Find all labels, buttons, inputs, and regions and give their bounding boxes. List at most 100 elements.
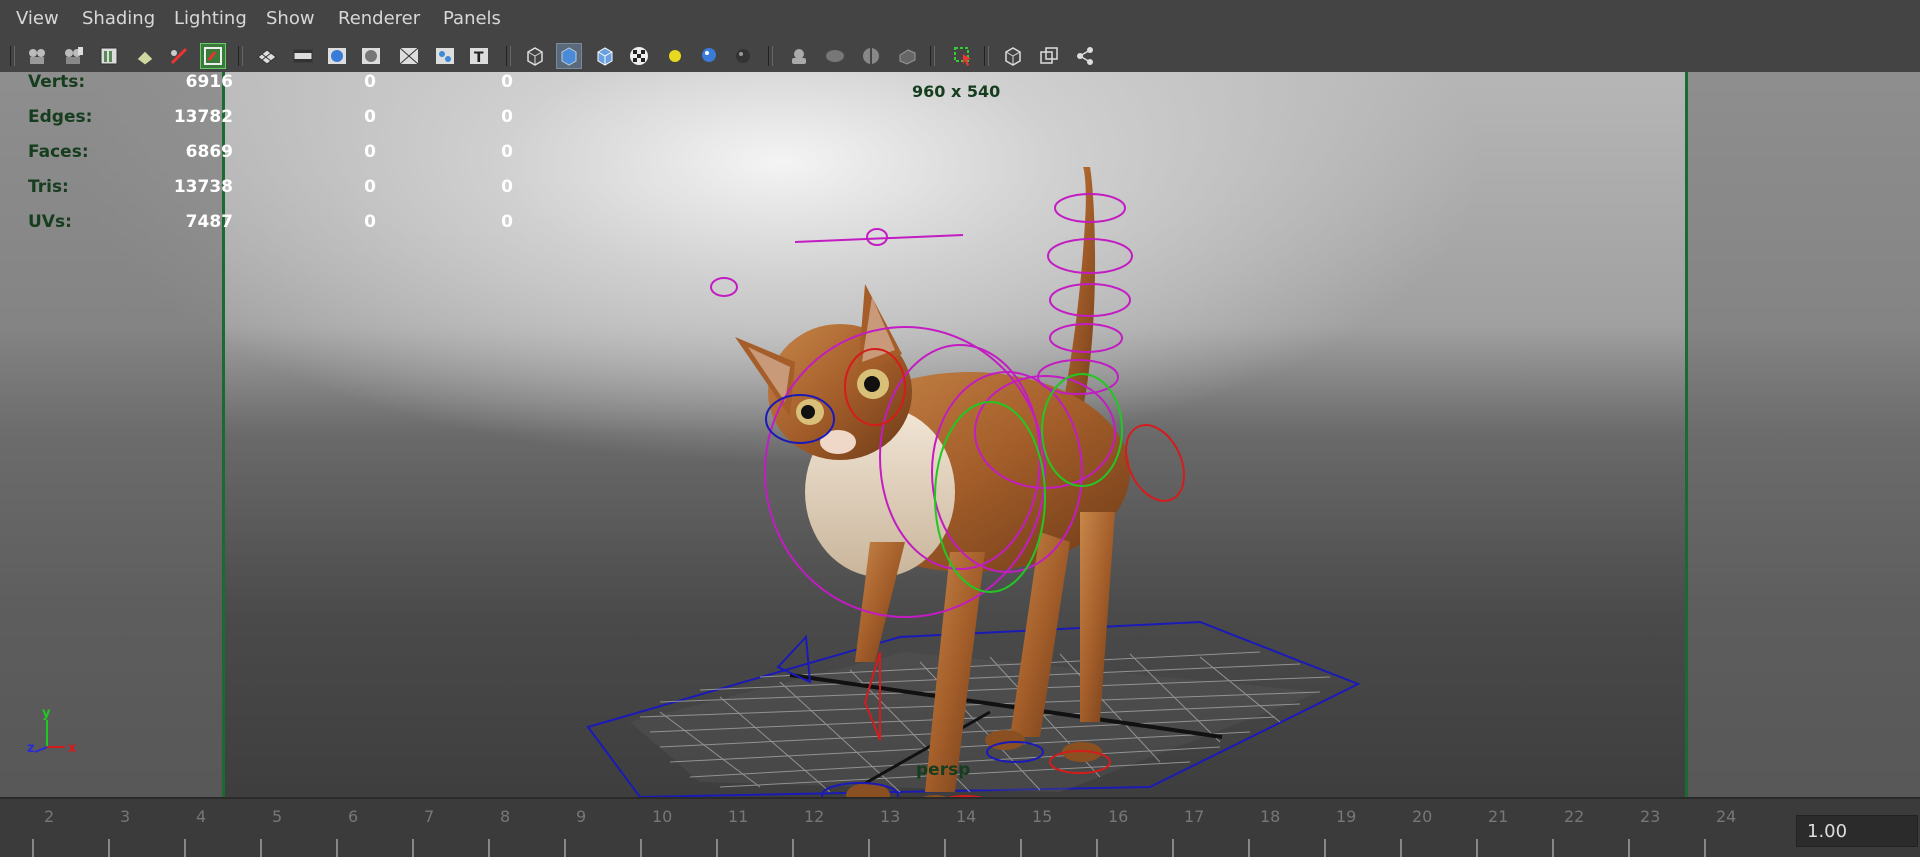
frame-number: 16	[1108, 807, 1129, 826]
hud-value: 13782	[173, 107, 233, 127]
frame-number: 6	[348, 807, 359, 826]
frame-tick	[1096, 839, 1098, 857]
grid-toggle-icon[interactable]	[254, 43, 280, 69]
frame-tick	[792, 839, 794, 857]
frame-number: 10	[652, 807, 673, 826]
frame-tick	[1704, 839, 1706, 857]
menu-view[interactable]: View	[16, 8, 59, 29]
frame-number: 20	[1412, 807, 1433, 826]
frame-selected-icon[interactable]	[1036, 43, 1062, 69]
toolbar-separator	[238, 46, 243, 66]
resolution-gate-icon[interactable]	[324, 43, 350, 69]
menu-renderer[interactable]: Renderer	[338, 8, 420, 29]
frame-number: 2	[44, 807, 55, 826]
frame-tick	[1020, 839, 1022, 857]
hud-value: 0	[501, 177, 513, 197]
axis-x-label: x	[68, 741, 77, 756]
frame-number: 3	[120, 807, 131, 826]
frame-number: 8	[500, 807, 511, 826]
xray-joints-icon[interactable]	[822, 43, 848, 69]
use-all-lights-icon[interactable]	[662, 43, 688, 69]
grease-pencil-icon[interactable]	[166, 43, 192, 69]
frame-tick	[944, 839, 946, 857]
hud-value: 0	[501, 107, 513, 127]
frame-number: 18	[1260, 807, 1281, 826]
frame-number: 19	[1336, 807, 1357, 826]
hud-row-uvs: UVs: 7487 0 0	[28, 212, 513, 246]
frame-tick	[564, 839, 566, 857]
perspective-viewport[interactable]: Verts: 6916 0 0 Edges: 13782 0 0 Faces: …	[0, 72, 1920, 797]
frame-tick	[1324, 839, 1326, 857]
hud-value: 0	[364, 72, 376, 92]
wireframe-icon[interactable]	[522, 43, 548, 69]
safe-title-icon[interactable]: T	[466, 43, 492, 69]
smooth-wireframe-icon[interactable]	[894, 43, 920, 69]
backface-culling-icon[interactable]	[858, 43, 884, 69]
gate-mask-icon[interactable]	[358, 43, 384, 69]
frame-number: 24	[1716, 807, 1737, 826]
hud-value: 0	[501, 212, 513, 232]
frame-tick	[1172, 839, 1174, 857]
two-d-pan-zoom-icon[interactable]	[132, 43, 158, 69]
frame-number: 23	[1640, 807, 1661, 826]
camera-name-label: persp	[916, 760, 971, 780]
frame-number: 15	[1032, 807, 1053, 826]
menu-panels[interactable]: Panels	[443, 8, 501, 29]
frame-number: 11	[728, 807, 749, 826]
smooth-shade-icon[interactable]	[556, 43, 582, 69]
hud-value: 0	[364, 107, 376, 127]
frame-tick	[336, 839, 338, 857]
menu-shading[interactable]: Shading	[82, 8, 155, 29]
isolate-select-icon[interactable]	[200, 43, 226, 69]
shadows-icon[interactable]	[696, 43, 722, 69]
frame-tick	[716, 839, 718, 857]
axis-y-label: y	[42, 706, 51, 721]
frame-number: 22	[1564, 807, 1585, 826]
panel-toolbar: T	[0, 40, 1920, 72]
time-slider[interactable]: 2 3 4 5 6 7 8 9 10 11 12 13 14 15 16 17 …	[0, 797, 1920, 857]
film-gate-icon[interactable]	[290, 43, 316, 69]
frame-tick	[108, 839, 110, 857]
camera-bookmarks-icon[interactable]	[60, 43, 86, 69]
toolbar-separator	[984, 46, 989, 66]
textured-icon[interactable]	[626, 43, 652, 69]
isolate-view-icon[interactable]	[1000, 43, 1026, 69]
menu-show[interactable]: Show	[266, 8, 315, 29]
frame-tick	[260, 839, 262, 857]
hud-value: 0	[364, 142, 376, 162]
frame-number: 7	[424, 807, 435, 826]
hud-label: UVs:	[28, 212, 72, 232]
wireframe-on-shaded-icon[interactable]	[592, 43, 618, 69]
toolbar-separator	[930, 46, 935, 66]
safe-action-icon[interactable]	[432, 43, 458, 69]
toolbar-separator	[506, 46, 511, 66]
frame-tick	[1628, 839, 1630, 857]
frame-number: 17	[1184, 807, 1205, 826]
field-chart-icon[interactable]	[396, 43, 422, 69]
hud-label: Edges:	[28, 107, 93, 127]
view-axis-icon: y x z	[27, 706, 77, 756]
frame-number: 12	[804, 807, 825, 826]
frame-number: 14	[956, 807, 977, 826]
select-camera-icon[interactable]	[950, 43, 976, 69]
frame-number: 4	[196, 807, 207, 826]
frame-tick	[1552, 839, 1554, 857]
xray-icon[interactable]	[786, 43, 812, 69]
frame-tick	[184, 839, 186, 857]
hud-value: 6869	[185, 142, 233, 162]
current-time-field[interactable]: 1.00	[1796, 815, 1918, 847]
hud-value: 0	[501, 142, 513, 162]
toolbar-separator	[10, 46, 15, 66]
ambient-occlusion-icon[interactable]	[730, 43, 756, 69]
hud-label: Tris:	[28, 177, 69, 197]
hud-row-faces: Faces: 6869 0 0	[28, 142, 513, 176]
menu-lighting[interactable]: Lighting	[174, 8, 247, 29]
svg-text:T: T	[474, 50, 484, 66]
camera-attributes-icon[interactable]	[24, 43, 50, 69]
node-editor-icon[interactable]	[1072, 43, 1098, 69]
frame-tick	[640, 839, 642, 857]
frame-tick	[1248, 839, 1250, 857]
frame-tick	[32, 839, 34, 857]
image-plane-icon[interactable]	[96, 43, 122, 69]
hud-row-verts: Verts: 6916 0 0	[28, 72, 513, 106]
